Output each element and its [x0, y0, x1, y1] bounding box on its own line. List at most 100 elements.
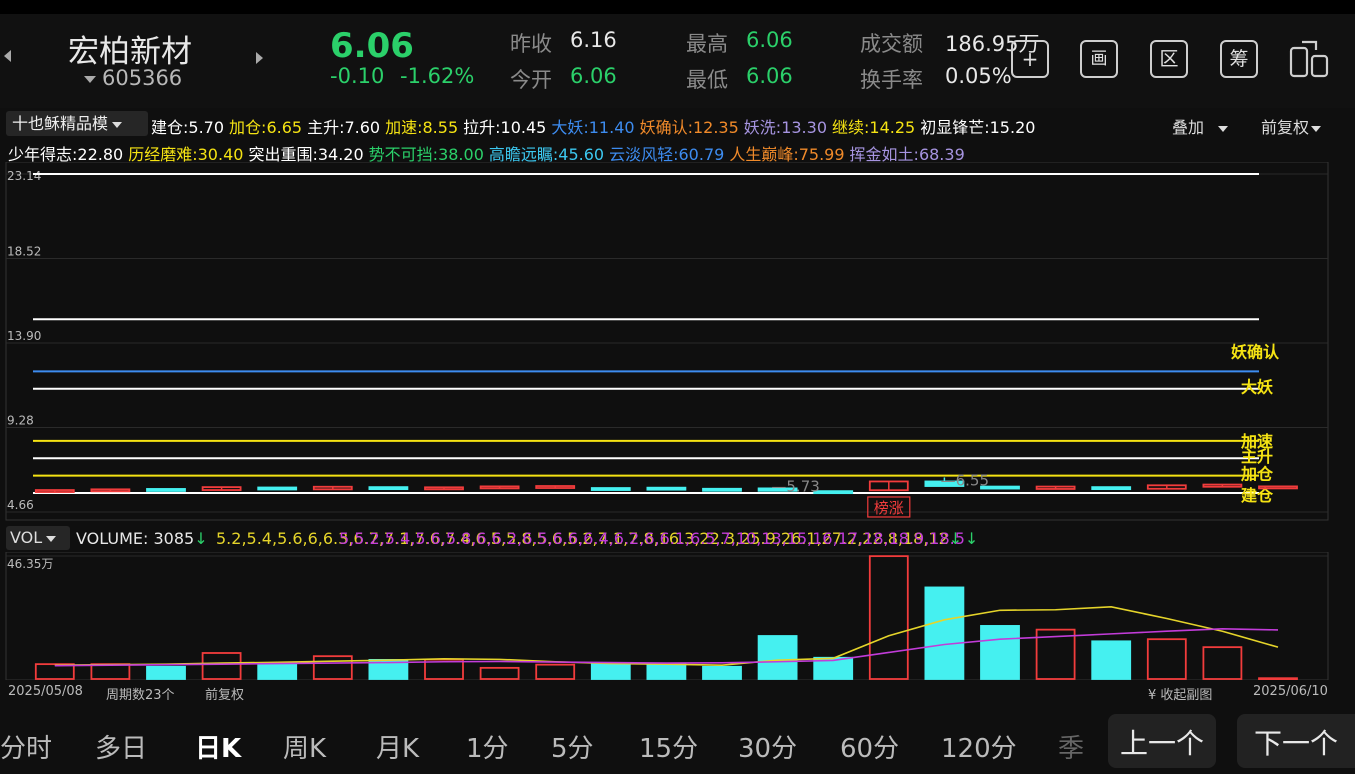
- low-label: 最低: [686, 68, 728, 92]
- chevron-down-icon[interactable]: [84, 76, 96, 83]
- level-name: 妖确认: [639, 118, 688, 137]
- level-value: 6.65: [266, 118, 303, 137]
- volume-max-label: 46.35万: [7, 557, 53, 571]
- y-tick-label: 9.28: [7, 414, 34, 428]
- volume-ma10: 5,5.2,5.4,5.6,5.8,6,6.2,6.5,6.6,6.4,6.2,…: [339, 529, 978, 548]
- level-大妖: 大妖:11.40: [551, 118, 634, 137]
- y-tick-label: 23.14: [7, 169, 41, 183]
- turnover-value: 0.05%: [945, 64, 1012, 88]
- candle-body: [146, 488, 186, 492]
- collapse-subchart-button[interactable]: ¥ 收起副图: [1148, 684, 1212, 703]
- stock-code[interactable]: 605366: [102, 66, 182, 90]
- level-继续: 继续:14.25: [832, 118, 915, 137]
- down-arrow-icon: ↓: [964, 529, 979, 548]
- price-change: -0.10: [330, 64, 385, 88]
- volume-bar: [146, 665, 186, 680]
- tab-多日[interactable]: 多日: [95, 728, 147, 765]
- tab-周K[interactable]: 周K: [283, 728, 326, 765]
- candle-body: [368, 486, 409, 491]
- volume-bar: [1258, 677, 1298, 680]
- prev-close-value: 6.16: [570, 28, 617, 52]
- open-label: 今开: [510, 68, 552, 92]
- tab-1分[interactable]: 1分: [466, 728, 509, 765]
- level-name: 妖洗: [743, 118, 776, 137]
- tab-季[interactable]: 季: [1058, 728, 1084, 765]
- levels-row-1: 建仓:5.70 加仓:6.65 主升:7.60 加速:8.55 拉升:10.45 大妖:1…: [151, 114, 1040, 138]
- indicator-selector-label: 十也稣精品模: [12, 114, 109, 133]
- adjust-label: 前复权: [1261, 118, 1310, 137]
- next-stock-arrow-icon[interactable]: [256, 52, 263, 64]
- candle-body: [646, 486, 687, 491]
- level-value: 15.20: [989, 118, 1036, 137]
- level-name: 加仓: [229, 118, 262, 137]
- kline-chart[interactable]: 23.1418.5213.909.284.66妖确认大妖加速主升加仓建仓—5.7…: [0, 162, 1355, 522]
- tab-120分[interactable]: 120分: [941, 728, 1017, 765]
- last-price: 6.06: [330, 26, 414, 66]
- switch-device-icon[interactable]: [1288, 38, 1330, 78]
- tab-月K[interactable]: 月K: [376, 728, 419, 765]
- prev-stock-arrow-icon[interactable]: [4, 50, 11, 62]
- level-妖洗: 妖洗:13.30: [744, 118, 827, 137]
- volume-bar: [702, 665, 742, 680]
- volume-bar: [980, 625, 1020, 680]
- level-name: 继续: [832, 118, 865, 137]
- indicator-selector[interactable]: 十也稣精品模: [6, 111, 148, 136]
- low-value: 6.06: [746, 64, 793, 88]
- tab-5分[interactable]: 5分: [551, 728, 594, 765]
- level-value: 13.30: [781, 118, 827, 137]
- period-count: 周期数23个: [106, 688, 175, 703]
- zone-icon[interactable]: 区: [1150, 40, 1188, 78]
- candle-body: [702, 487, 742, 492]
- level-value: 12.35: [692, 118, 739, 137]
- overlay-label: 叠加: [1172, 118, 1205, 137]
- volume-bar: [757, 635, 798, 680]
- volume-ma10-value: 5,5.2,5.4,5.6,5.8,6,6.2,6.5,6.6,6.4,6.2,…: [339, 529, 965, 548]
- level-初显锋芒: 初显锋芒:15.20: [920, 118, 1035, 137]
- volume-bar: [257, 662, 298, 680]
- level-建仓: 建仓:5.70: [151, 118, 224, 137]
- level-value: 11.40: [588, 118, 635, 137]
- level-name: 拉升: [463, 118, 496, 137]
- tab-日K[interactable]: 日K: [195, 728, 241, 765]
- level-value: 14.25: [869, 118, 916, 137]
- y-tick-label: 13.90: [7, 329, 41, 343]
- screen-icon[interactable]: 画: [1080, 40, 1118, 78]
- tab-15分[interactable]: 15分: [639, 728, 698, 765]
- tab-30分[interactable]: 30分: [738, 728, 797, 765]
- level-主升: 主升:7.60: [307, 118, 380, 137]
- volume-chart[interactable]: 46.35万: [0, 552, 1355, 680]
- high-value: 6.06: [746, 28, 793, 52]
- chip-icon[interactable]: 筹: [1220, 40, 1258, 78]
- adjust-dropdown[interactable]: 前复权: [1261, 114, 1322, 138]
- candle-body: [813, 490, 854, 495]
- chevron-down-icon: [1311, 125, 1322, 132]
- chevron-down-icon: [46, 535, 57, 542]
- plus-icon[interactable]: +: [1011, 40, 1049, 78]
- stock-name[interactable]: 宏柏新材: [68, 26, 192, 71]
- kline-plot-area: [5, 162, 1329, 521]
- open-value: 6.06: [570, 64, 617, 88]
- next-button[interactable]: 下一个: [1237, 714, 1355, 768]
- level-name: 大妖: [551, 118, 584, 137]
- overlay-dropdown[interactable]: 叠加: [1172, 114, 1229, 138]
- prev-button[interactable]: 上一个: [1108, 714, 1216, 768]
- collapse-subchart-label: 收起副图: [1160, 688, 1213, 703]
- vol-selector-label: VOL: [10, 528, 43, 547]
- tab-60分[interactable]: 60分: [840, 728, 899, 765]
- turnover-label: 换手率: [860, 68, 923, 92]
- candle-body: [257, 486, 298, 491]
- amount-label: 成交额: [860, 32, 923, 56]
- chevron-down-icon: [1218, 125, 1229, 132]
- vol-selector[interactable]: VOL: [6, 526, 70, 550]
- volume-current-value: VOLUME: 3085: [76, 529, 195, 548]
- level-value: 5.70: [188, 118, 225, 137]
- level-加速: 加速:8.55: [385, 118, 458, 137]
- adjust-mode: 前复权: [205, 688, 245, 703]
- y-tick-label: 4.66: [7, 498, 34, 512]
- level-妖确认: 妖确认:12.35: [640, 118, 739, 137]
- tab-分时[interactable]: 分时: [0, 728, 52, 765]
- level-label: 妖确认: [1231, 342, 1280, 361]
- volume-bar: [646, 663, 687, 680]
- volume-bar: [590, 663, 631, 680]
- volume-bar: [924, 586, 965, 680]
